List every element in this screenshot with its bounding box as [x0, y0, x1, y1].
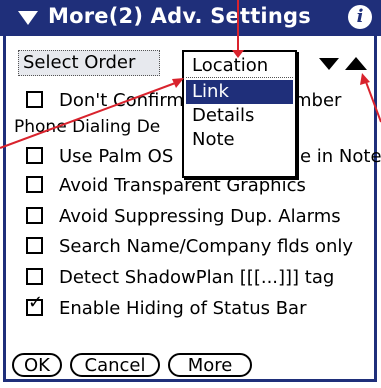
arrow-down-icon[interactable] — [319, 58, 339, 70]
popup-item-note[interactable]: Note — [186, 128, 293, 152]
title-bar: More(2) Adv. Settings i — [0, 0, 381, 36]
checkbox[interactable] — [26, 207, 43, 224]
ok-button[interactable]: OK — [12, 353, 62, 377]
option-dont-confirm-phone[interactable]: Don't Confirm mber — [26, 89, 341, 113]
cancel-button[interactable]: Cancel — [70, 353, 160, 377]
checkbox[interactable] — [26, 268, 43, 285]
checkbox[interactable] — [26, 147, 43, 164]
phone-dialing-label: Phone Dialing De — [14, 117, 161, 137]
order-popup-list: Location Link Details Note — [182, 50, 297, 178]
option-label: Search Name/Company flds only — [59, 236, 354, 257]
option-label: Enable Hiding of Status Bar — [59, 298, 307, 319]
option-enable-hiding-status-bar[interactable]: ✓ Enable Hiding of Status Bar — [26, 294, 307, 321]
option-search-name-company[interactable]: Search Name/Company flds only — [26, 235, 353, 259]
option-label: Avoid Suppressing Dup. Alarms — [59, 206, 341, 227]
select-order-trigger[interactable]: Select Order — [18, 50, 160, 76]
window-title: More(2) Adv. Settings — [48, 4, 311, 28]
triangle-down-icon[interactable] — [18, 11, 38, 25]
checkbox-checked[interactable]: ✓ — [26, 294, 43, 316]
checkbox[interactable] — [26, 176, 43, 193]
option-use-palm-copy-paste[interactable]: Use Palm OS e in Notes — [26, 145, 381, 169]
option-label: Avoid Transparent Graphics — [59, 175, 306, 196]
checkbox[interactable] — [26, 237, 43, 254]
option-label-suffix: e in Notes — [300, 146, 381, 167]
info-icon[interactable]: i — [348, 5, 372, 29]
option-avoid-suppressing-alarms[interactable]: Avoid Suppressing Dup. Alarms — [26, 205, 341, 229]
option-detect-shadowplan[interactable]: Detect ShadowPlan [[[...]]] tag — [26, 266, 334, 290]
checkmark-icon: ✓ — [28, 292, 44, 313]
option-label: Use Palm OS — [59, 146, 174, 167]
option-label-suffix: mber — [294, 90, 342, 111]
more-button[interactable]: More — [168, 353, 252, 377]
option-label: Detect ShadowPlan [[[...]]] tag — [59, 267, 335, 288]
popup-item-link[interactable]: Link — [186, 80, 293, 104]
arrow-up-icon[interactable] — [345, 57, 367, 70]
popup-item-details[interactable]: Details — [186, 104, 293, 128]
popup-item-location[interactable]: Location — [186, 54, 293, 78]
checkbox[interactable] — [26, 91, 43, 108]
option-label: Don't Confirm — [59, 90, 184, 111]
